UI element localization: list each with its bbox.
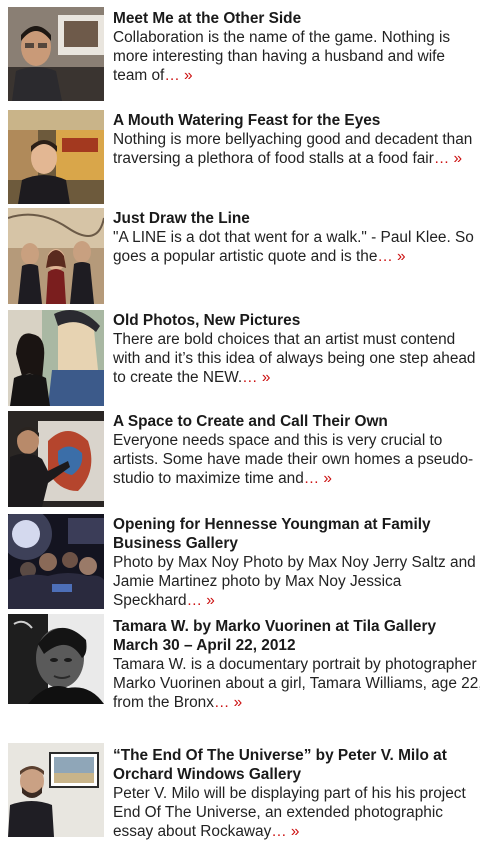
post-item: Meet Me at the Other Side Collaboration … (0, 0, 480, 102)
post-item: Old Photos, New Pictures There are bold … (0, 307, 480, 408)
post-title[interactable]: “The End Of The Universe” by Peter V. Mi… (113, 746, 480, 784)
post-excerpt: "A LINE is a dot that went for a walk." … (113, 229, 474, 265)
read-more-link[interactable]: … » (304, 470, 332, 487)
post-excerpt: Tamara W. is a documentary portrait by p… (113, 656, 480, 711)
post-thumbnail[interactable] (8, 514, 104, 609)
post-title[interactable]: Meet Me at the Other Side (113, 9, 480, 28)
read-more-link[interactable]: … » (434, 150, 462, 167)
post-item: A Space to Create and Call Their Own Eve… (0, 408, 480, 509)
post-excerpt: Nothing is more bellyaching good and dec… (113, 131, 473, 167)
post-title[interactable]: Just Draw the Line (113, 209, 480, 228)
read-more-link[interactable]: … » (164, 67, 192, 84)
post-thumbnail[interactable] (8, 110, 104, 204)
post-item: Tamara W. by Marko Vuorinen at Tila Gall… (0, 611, 480, 719)
post-title[interactable]: A Mouth Watering Feast for the Eyes (113, 111, 480, 130)
post-item: Opening for Hennesse Youngman at Family … (0, 509, 480, 611)
post-thumbnail[interactable] (8, 7, 104, 101)
post-thumbnail[interactable] (8, 310, 104, 406)
post-thumbnail[interactable] (8, 411, 104, 507)
post-title[interactable]: Old Photos, New Pictures (113, 311, 480, 330)
post-title[interactable]: A Space to Create and Call Their Own (113, 412, 480, 431)
post-excerpt: Everyone needs space and this is very cr… (113, 432, 474, 487)
post-item: Just Draw the Line "A LINE is a dot that… (0, 205, 480, 307)
post-item: “The End Of The Universe” by Peter V. Mi… (0, 719, 480, 845)
post-excerpt: There are bold choices that an artist mu… (113, 331, 476, 386)
post-thumbnail[interactable] (8, 208, 104, 304)
post-title[interactable]: Opening for Hennesse Youngman at Family … (113, 515, 480, 553)
post-excerpt: Photo by Max Noy Photo by Max Noy Jerry … (113, 554, 476, 609)
post-thumbnail[interactable] (8, 614, 104, 704)
post-thumbnail[interactable] (8, 743, 104, 837)
post-item: A Mouth Watering Feast for the Eyes Noth… (0, 102, 480, 205)
read-more-link[interactable]: … » (187, 592, 215, 609)
read-more-link[interactable]: … » (377, 248, 405, 265)
read-more-link[interactable]: … » (214, 694, 242, 711)
read-more-link[interactable]: … » (271, 823, 299, 840)
read-more-link[interactable]: … » (242, 369, 270, 386)
post-title[interactable]: Tamara W. by Marko Vuorinen at Tila Gall… (113, 617, 480, 655)
